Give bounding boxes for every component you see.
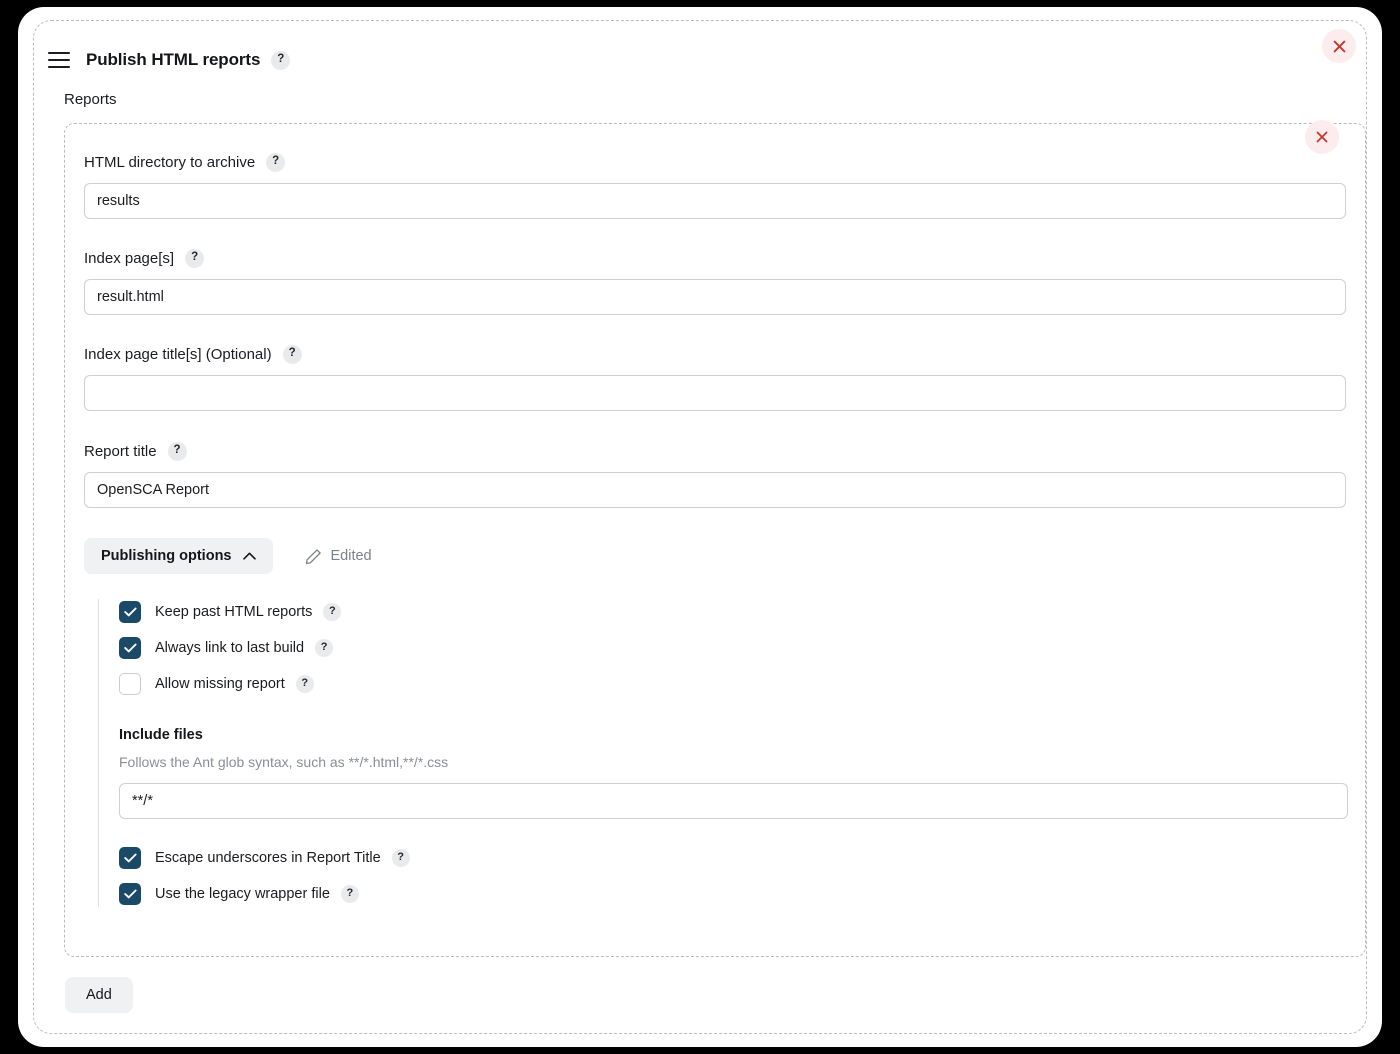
add-button[interactable]: Add	[65, 977, 133, 1013]
pencil-icon	[305, 548, 321, 564]
tail-checkbox-group: Escape underscores in Report Title ? Use…	[119, 845, 1346, 907]
window-header: Publish HTML reports ?	[48, 40, 1348, 80]
checkbox-row-keep-past-reports[interactable]: Keep past HTML reports ?	[119, 599, 1346, 625]
checkbox-help-icon[interactable]: ?	[323, 603, 342, 621]
checkbox-help-icon[interactable]: ?	[295, 675, 314, 693]
window-close-button[interactable]	[1322, 29, 1356, 63]
checkbox-allow-missing-report[interactable]	[119, 673, 141, 695]
index-page-titles-input[interactable]	[84, 375, 1346, 411]
checkbox-row-escape-underscores[interactable]: Escape underscores in Report Title ?	[119, 845, 1346, 871]
field-help-icon[interactable]: ?	[185, 249, 205, 268]
checkbox-row-always-link-last-build[interactable]: Always link to last build ?	[119, 635, 1346, 661]
field-label: Index page title[s] (Optional) ?	[84, 345, 1346, 364]
app-window: Publish HTML reports ? Reports HTML dire…	[18, 7, 1382, 1047]
field-label-text: Report title	[84, 443, 157, 460]
field-help-icon[interactable]: ?	[282, 345, 302, 364]
checkbox-row-allow-missing-report[interactable]: Allow missing report ?	[119, 671, 1346, 697]
edited-label: Edited	[330, 548, 372, 564]
close-icon	[1316, 131, 1328, 143]
checkbox-legacy-wrapper[interactable]	[119, 883, 141, 905]
field-label-text: Index page[s]	[84, 250, 175, 267]
checkbox-help-icon[interactable]: ?	[315, 639, 334, 657]
checkbox-label: Use the legacy wrapper file	[155, 886, 330, 902]
publishing-options-label: Publishing options	[101, 548, 232, 564]
checkbox-label: Escape underscores in Report Title	[155, 850, 381, 866]
report-title-input[interactable]	[84, 472, 1346, 508]
page-title: Publish HTML reports	[86, 50, 261, 69]
field-html-directory: HTML directory to archive ?	[84, 153, 1346, 219]
checkbox-label: Always link to last build	[155, 640, 305, 656]
checkbox-row-legacy-wrapper[interactable]: Use the legacy wrapper file ?	[119, 881, 1346, 907]
field-label: HTML directory to archive ?	[84, 153, 1346, 172]
check-icon	[123, 607, 137, 617]
checkbox-keep-past-reports[interactable]	[119, 601, 141, 623]
remove-report-button[interactable]	[1305, 120, 1339, 154]
field-report-title: Report title ?	[84, 442, 1346, 508]
check-icon	[123, 889, 137, 899]
index-pages-input[interactable]	[84, 279, 1346, 315]
reports-heading: Reports	[64, 91, 117, 108]
publishing-options-toggle[interactable]: Publishing options	[84, 538, 273, 574]
checkbox-help-icon[interactable]: ?	[391, 849, 410, 867]
include-files-title: Include files	[119, 727, 203, 743]
check-icon	[123, 643, 137, 653]
edited-indicator: Edited	[305, 548, 372, 565]
html-directory-input[interactable]	[84, 183, 1346, 219]
checkbox-help-icon[interactable]: ?	[340, 885, 359, 903]
field-index-page-titles: Index page title[s] (Optional) ?	[84, 345, 1346, 411]
hamburger-icon[interactable]	[48, 52, 70, 68]
field-label: Index page[s] ?	[84, 249, 1346, 268]
checkbox-always-link-last-build[interactable]	[119, 637, 141, 659]
field-label-text: HTML directory to archive	[84, 154, 256, 171]
checkbox-escape-underscores[interactable]	[119, 847, 141, 869]
include-files-input-wrap	[119, 783, 1348, 819]
publishing-options-row: Publishing options Edited	[84, 538, 372, 574]
close-icon	[1333, 40, 1345, 52]
publishing-options-panel: Keep past HTML reports ? Always link to …	[98, 599, 1348, 907]
field-help-icon[interactable]: ?	[266, 153, 286, 172]
include-files-input[interactable]	[119, 783, 1348, 819]
checkbox-label: Keep past HTML reports	[155, 604, 313, 620]
chevron-up-icon	[242, 552, 256, 560]
check-icon	[123, 853, 137, 863]
title-help-icon[interactable]: ?	[271, 50, 291, 70]
field-help-icon[interactable]: ?	[167, 442, 187, 461]
field-index-pages: Index page[s] ?	[84, 249, 1346, 315]
checkbox-label: Allow missing report	[155, 676, 285, 692]
field-label: Report title ?	[84, 442, 1346, 461]
include-files-hint: Follows the Ant glob syntax, such as **/…	[119, 754, 449, 770]
field-label-text: Index page title[s] (Optional)	[84, 346, 272, 363]
